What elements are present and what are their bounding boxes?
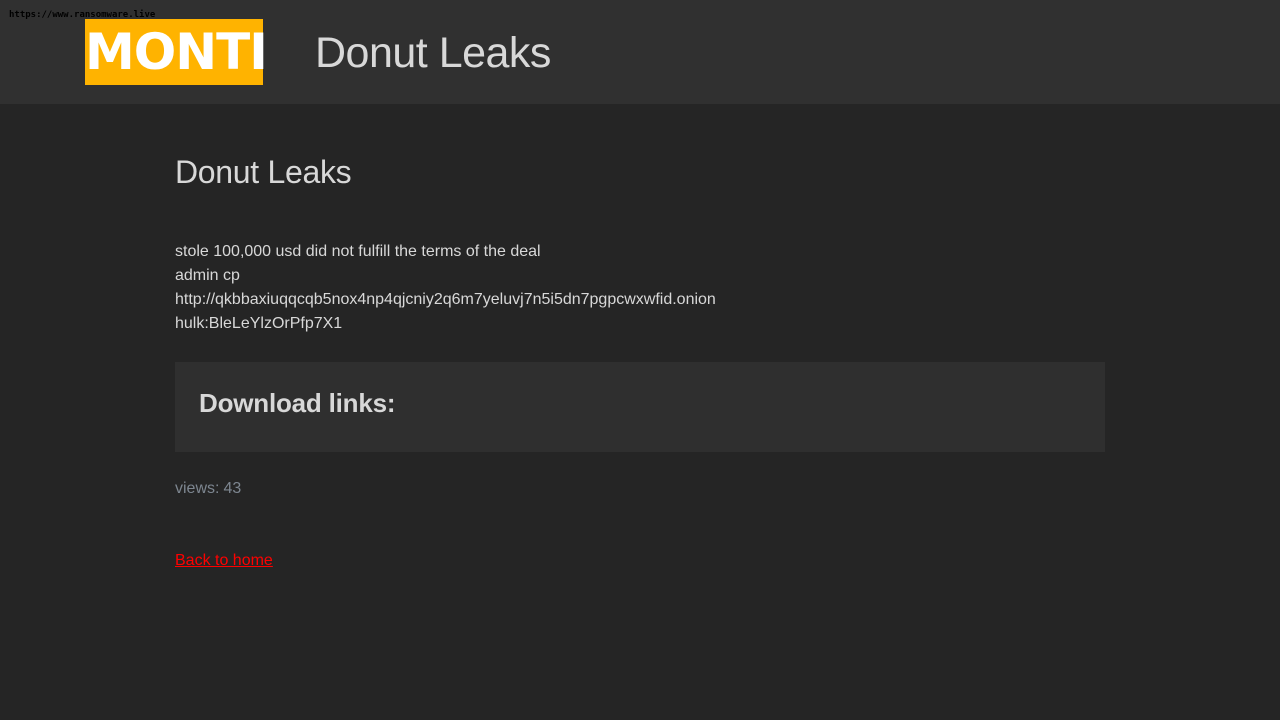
detail-line-onion-url: http://qkbbaxiuqqcqb5nox4np4qjcniy2q6m7y… xyxy=(175,291,716,308)
views-count: 43 xyxy=(223,480,242,497)
download-links-heading: Download links: xyxy=(199,388,396,418)
download-links-panel: Download links: xyxy=(175,362,1105,452)
monti-logo[interactable]: MONTI xyxy=(85,19,268,85)
back-to-home-link[interactable]: Back to home xyxy=(175,550,273,572)
site-title: Donut Leaks xyxy=(315,29,551,77)
views-label: views: xyxy=(175,480,220,497)
leak-details: stole 100,000 usd did not fulfill the te… xyxy=(175,240,1105,336)
detail-line-description: stole 100,000 usd did not fulfill the te… xyxy=(175,243,541,260)
detail-line-credentials: hulk:BleLeYlzOrPfp7X1 xyxy=(175,315,343,332)
page-title: Donut Leaks xyxy=(175,154,352,190)
top-bar: MONTI Donut Leaks xyxy=(0,0,1280,104)
views-counter: views: 43 xyxy=(175,478,1105,500)
main-content: Donut Leaks stole 100,000 usd did not fu… xyxy=(175,150,1105,572)
watermark-url: https://www.ransomware.live xyxy=(9,10,156,20)
detail-line-admin: admin cp xyxy=(175,267,240,284)
